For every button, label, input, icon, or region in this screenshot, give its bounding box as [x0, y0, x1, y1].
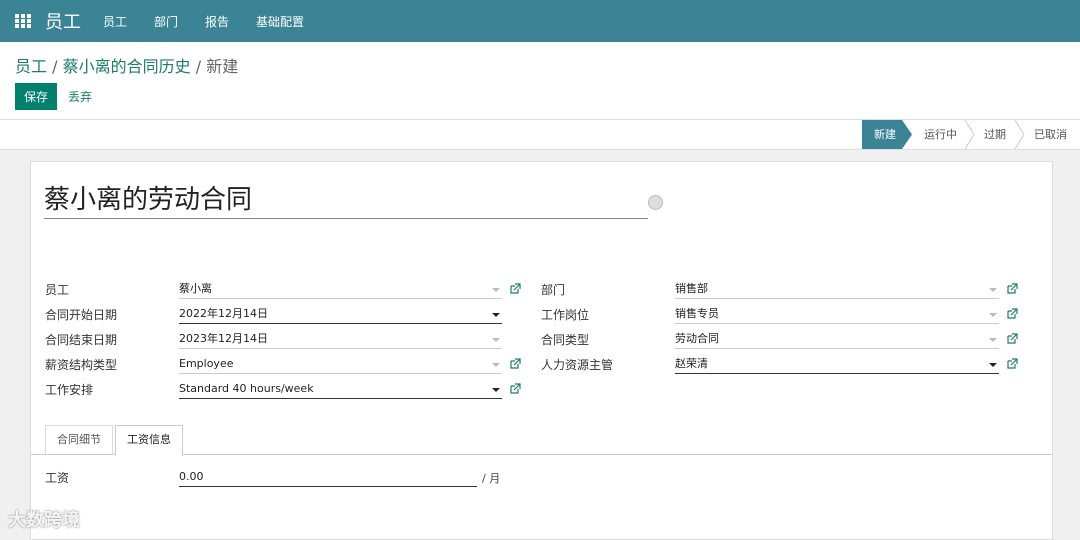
external-link-icon[interactable] [1006, 283, 1018, 295]
department-value: 销售部 [675, 282, 708, 295]
start-date-field[interactable]: 2022年12月14日 [179, 306, 502, 324]
tab-salary-info[interactable]: 工资信息 [115, 425, 183, 456]
chevron-down-icon [989, 288, 997, 292]
menu-item-departments[interactable]: 部门 [154, 13, 178, 30]
external-link-icon[interactable] [1006, 358, 1018, 370]
save-button[interactable]: 保存 [15, 83, 57, 110]
stage-expired[interactable]: 过期 [984, 120, 1006, 149]
job-position-value: 销售专员 [675, 307, 719, 320]
external-link-icon[interactable] [1006, 308, 1018, 320]
menu-item-reports[interactable]: 报告 [205, 13, 229, 30]
form-sheet: 蔡小离的劳动合同 员工 蔡小离 合同开始日期 2022年12月14日 合同结束日… [30, 161, 1053, 540]
employee-label: 员工 [45, 283, 70, 297]
breadcrumb: 员工 / 蔡小离的合同历史 / 新建 [15, 53, 238, 77]
stage-cancelled-label: 已取消 [1034, 128, 1067, 141]
status-bar: 新建 运行中 过期 已取消 [0, 119, 1080, 150]
stage-chevron-icon [1014, 120, 1025, 149]
stage-chevron-icon [964, 120, 975, 149]
employee-value: 蔡小离 [179, 282, 212, 295]
breadcrumb-separator: / [52, 57, 58, 76]
wage-input[interactable]: 0.00 [179, 469, 477, 487]
kanban-state-icon[interactable] [648, 195, 663, 210]
wage-value: 0.00 [179, 470, 204, 483]
tab-contract-details[interactable]: 合同细节 [45, 425, 113, 455]
watermark-logo: 大数跨境 [8, 506, 80, 532]
wage-period-suffix: / 月 [482, 472, 501, 485]
chevron-down-icon [492, 363, 500, 367]
external-link-icon[interactable] [509, 283, 521, 295]
start-date-label: 合同开始日期 [45, 308, 118, 322]
external-link-icon[interactable] [509, 383, 521, 395]
watermark-text: 大数跨境 [8, 510, 80, 531]
hr-manager-field[interactable]: 赵荣清 [675, 356, 999, 374]
notebook-tabs: 合同细节 工资信息 [31, 425, 1052, 456]
contract-type-label: 合同类型 [541, 333, 590, 347]
stage-cancelled[interactable]: 已取消 [1034, 120, 1067, 149]
stage-running-label: 运行中 [924, 128, 957, 141]
top-navbar: 员工 员工 部门 报告 基础配置 [0, 0, 1080, 42]
end-date-label: 合同结束日期 [45, 333, 118, 347]
salary-structure-label: 薪资结构类型 [45, 358, 118, 372]
external-link-icon[interactable] [509, 358, 521, 370]
external-link-icon[interactable] [1006, 333, 1018, 345]
chevron-down-icon [492, 388, 500, 392]
chevron-down-icon [989, 338, 997, 342]
discard-button[interactable]: 丢弃 [68, 88, 92, 105]
breadcrumb-contract-history[interactable]: 蔡小离的合同历史 [63, 57, 191, 76]
employee-field[interactable]: 蔡小离 [179, 281, 502, 299]
chevron-down-icon [989, 313, 997, 317]
chevron-down-icon [492, 313, 500, 317]
contract-title-input[interactable]: 蔡小离的劳动合同 [44, 184, 648, 219]
stage-running[interactable]: 运行中 [924, 120, 957, 149]
chevron-down-icon [492, 338, 500, 342]
end-date-field[interactable]: 2023年12月14日 [179, 331, 502, 349]
stage-arrow-icon [902, 120, 912, 149]
stage-new[interactable]: 新建 [862, 120, 902, 149]
chevron-down-icon [989, 363, 997, 367]
app-brand[interactable]: 员工 [45, 8, 81, 34]
breadcrumb-separator: / [195, 57, 202, 76]
schedule-value: Standard 40 hours/week [179, 382, 314, 395]
menu-item-configuration[interactable]: 基础配置 [256, 13, 304, 30]
schedule-field[interactable]: Standard 40 hours/week [179, 381, 502, 399]
hr-manager-value: 赵荣清 [675, 357, 708, 370]
contract-type-value: 劳动合同 [675, 332, 719, 345]
end-date-value: 2023年12月14日 [179, 332, 268, 345]
wage-label: 工资 [45, 471, 70, 485]
breadcrumb-employees[interactable]: 员工 [15, 57, 47, 76]
salary-structure-field[interactable]: Employee [179, 356, 502, 374]
job-position-label: 工作岗位 [541, 308, 590, 322]
apps-grid-icon[interactable] [15, 14, 33, 28]
start-date-value: 2022年12月14日 [179, 307, 268, 320]
menu-item-employees[interactable]: 员工 [103, 13, 127, 30]
schedule-label: 工作安排 [45, 383, 94, 397]
job-position-field[interactable]: 销售专员 [675, 306, 999, 324]
chevron-down-icon [492, 288, 500, 292]
control-panel: 员工 / 蔡小离的合同历史 / 新建 保存 丢弃 [0, 42, 1080, 119]
department-field[interactable]: 销售部 [675, 281, 999, 299]
stage-new-label: 新建 [874, 128, 896, 141]
department-label: 部门 [541, 283, 566, 297]
salary-structure-value: Employee [179, 357, 234, 370]
hr-manager-label: 人力资源主管 [541, 358, 614, 372]
contract-type-field[interactable]: 劳动合同 [675, 331, 999, 349]
stage-expired-label: 过期 [984, 128, 1006, 141]
breadcrumb-current: 新建 [206, 57, 239, 76]
